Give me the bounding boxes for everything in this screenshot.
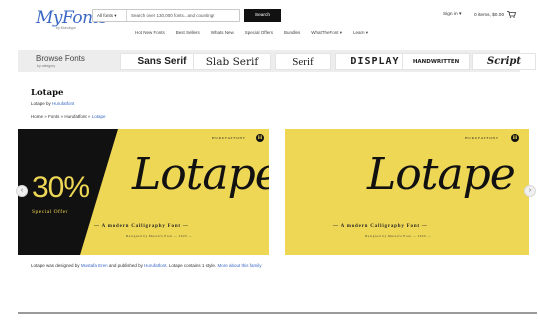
- site-header: MyFonts by Monotype All fonts ▾ Search S…: [0, 0, 538, 48]
- description-text: Lotape was designed by: [31, 263, 80, 268]
- divider: [18, 312, 537, 314]
- browse-fonts-bar: Browse Fonts by category Sans Serif Slab…: [18, 50, 536, 72]
- designer-link[interactable]: Mustafa Eren: [81, 263, 108, 268]
- breadcrumb-current[interactable]: Lotape: [92, 114, 106, 119]
- nav-bundles[interactable]: Bundles: [284, 30, 300, 40]
- foundry-brand: HURUFATFONT: [212, 136, 246, 140]
- category-serif[interactable]: Serif: [275, 53, 331, 70]
- breadcrumb-fonts[interactable]: Fonts: [48, 114, 59, 119]
- cart-link[interactable]: 0 items, $0.00: [474, 11, 517, 18]
- browse-subtitle: by category: [37, 64, 56, 68]
- offer-percentage: 30%: [32, 171, 90, 204]
- font-tagline: — A modern Calligraphy Font —: [94, 224, 189, 229]
- carousel-slide-offer[interactable]: 30% Special Offer HURUFATFONT H Lotape —…: [18, 129, 269, 255]
- font-name-specimen: Lotape: [132, 149, 269, 200]
- byline-prefix: Lotape by: [31, 101, 51, 106]
- description-text: and published by: [108, 263, 143, 268]
- publisher-link[interactable]: Hurufatfont: [144, 263, 166, 268]
- category-handwritten[interactable]: HANDWRITTEN: [402, 53, 470, 70]
- category-sans-serif[interactable]: Sans Serif: [120, 53, 204, 70]
- breadcrumb-separator: »: [87, 114, 91, 119]
- foundry-logo-icon: H: [256, 134, 264, 142]
- category-slab-serif[interactable]: Slab Serif: [193, 53, 271, 70]
- nav-special-offers[interactable]: Special Offers: [245, 30, 273, 40]
- nav-best-sellers[interactable]: Best Sellers: [176, 30, 200, 40]
- breadcrumb: Home » Fonts » Hurufatfont » Lotape: [31, 114, 105, 119]
- foundry-link[interactable]: Hurufatfont: [52, 101, 74, 106]
- offer-label: Special Offer: [32, 209, 68, 215]
- designer-credit: Designed by Mustafa Eren — 2020 —: [126, 234, 193, 238]
- byline: Lotape by Hurufatfont: [31, 101, 74, 106]
- search-button[interactable]: Search: [244, 9, 281, 22]
- search-input[interactable]: [129, 10, 239, 21]
- foundry-logo-icon: H: [511, 134, 519, 142]
- carousel-next-button[interactable]: ›: [524, 185, 536, 197]
- main-nav: Hot New Fonts Best Sellers Whats New Spe…: [135, 30, 379, 40]
- more-about-family-link[interactable]: More about this family: [217, 263, 261, 268]
- search-box: All fonts ▾: [92, 9, 240, 22]
- browse-title: Browse Fonts: [36, 54, 85, 63]
- breadcrumb-separator: »: [44, 114, 47, 119]
- carousel-prev-button[interactable]: ‹: [16, 185, 28, 197]
- description-text: . Lotape contains 1 style.: [166, 263, 217, 268]
- font-description: Lotape was designed by Mustafa Eren and …: [31, 263, 261, 268]
- carousel-slide-specimen[interactable]: HURUFATFONT H Lotape — A modern Calligra…: [285, 129, 529, 255]
- nav-whats-new[interactable]: Whats New: [211, 30, 234, 40]
- font-tagline: — A modern Calligraphy Font —: [333, 224, 428, 229]
- cart-icon: [507, 11, 517, 18]
- foundry-brand: HURUFATFONT: [465, 136, 499, 140]
- search-category-select[interactable]: All fonts ▾: [93, 10, 127, 21]
- category-script[interactable]: Script: [472, 53, 536, 70]
- nav-hot-new-fonts[interactable]: Hot New Fonts: [135, 30, 165, 40]
- breadcrumb-home[interactable]: Home: [31, 114, 43, 119]
- designer-credit: Designed by Mustafa Eren — 2020 —: [365, 234, 432, 238]
- logo-subtitle: by Monotype: [56, 26, 77, 30]
- page-title: Lotape: [31, 88, 64, 98]
- breadcrumb-foundry[interactable]: Hurufatfont: [64, 114, 86, 119]
- sign-in-link[interactable]: Sign in ▾: [443, 12, 461, 17]
- nav-whatthefont[interactable]: WhatTheFont ▾: [311, 30, 342, 40]
- cart-label: 0 items, $0.00: [474, 12, 505, 18]
- breadcrumb-separator: »: [60, 114, 64, 119]
- nav-learn[interactable]: Learn ▾: [353, 30, 368, 40]
- font-name-specimen: Lotape: [367, 149, 516, 200]
